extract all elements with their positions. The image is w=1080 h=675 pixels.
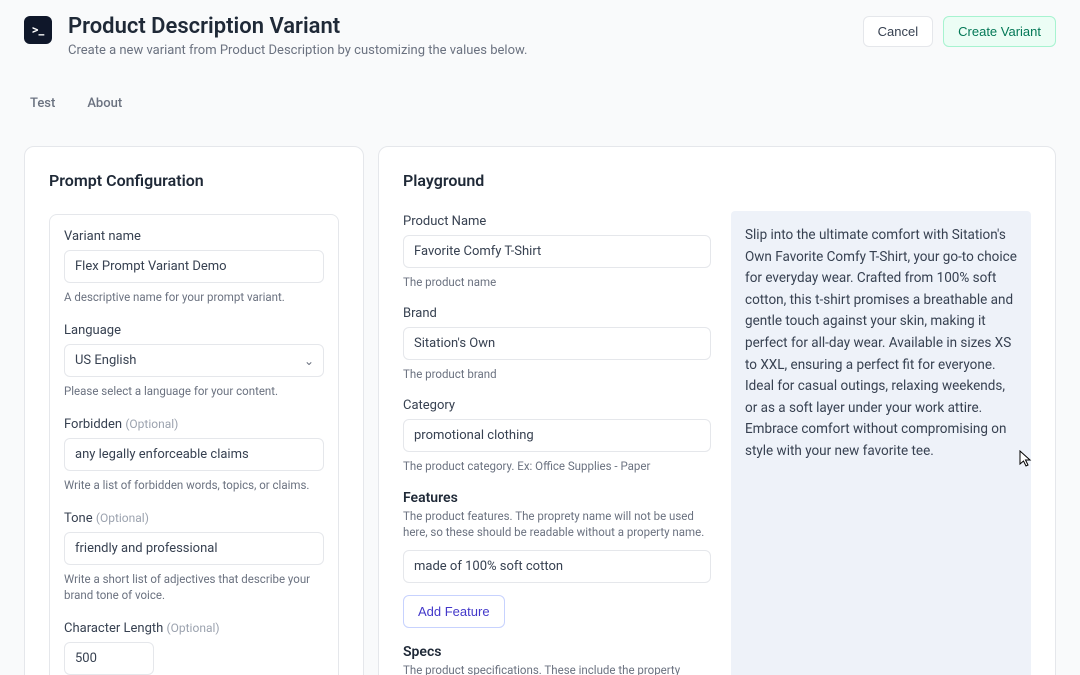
page-scroll[interactable]: >_ Product Description Variant Create a … <box>0 0 1080 675</box>
feature-input-0[interactable] <box>403 550 711 583</box>
category-hint: The product category. Ex: Office Supplie… <box>403 458 711 474</box>
page-title: Product Description Variant <box>68 14 863 39</box>
language-select[interactable] <box>64 344 324 377</box>
header-actions: Cancel Create Variant <box>863 16 1056 47</box>
category-label: Category <box>403 398 711 413</box>
variant-name-hint: A descriptive name for your prompt varia… <box>64 289 324 305</box>
specs-label: Specs <box>403 644 711 660</box>
tone-label-text: Tone <box>64 511 93 526</box>
output-preview: Slip into the ultimate comfort with Sita… <box>731 211 1031 675</box>
tone-hint: Write a short list of adjectives that de… <box>64 571 324 603</box>
language-field: Language ⌄ Please select a language for … <box>64 323 324 399</box>
brand-input[interactable] <box>403 327 711 360</box>
brand-hint: The product brand <box>403 366 711 382</box>
product-name-input[interactable] <box>403 235 711 268</box>
app-logo-icon: >_ <box>24 16 52 44</box>
page-header: >_ Product Description Variant Create a … <box>0 0 1080 70</box>
forbidden-label-text: Forbidden <box>64 417 122 432</box>
language-label: Language <box>64 323 324 338</box>
content-area: Prompt Configuration Variant name A desc… <box>0 124 1080 675</box>
language-hint: Please select a language for your conten… <box>64 383 324 399</box>
category-input[interactable] <box>403 419 711 452</box>
forbidden-optional: (Optional) <box>125 417 178 431</box>
forbidden-input[interactable] <box>64 438 324 471</box>
char-length-input[interactable] <box>64 642 154 675</box>
add-feature-button[interactable]: Add Feature <box>403 595 505 628</box>
product-name-hint: The product name <box>403 274 711 290</box>
specs-hint: The product specifications. These includ… <box>403 662 711 675</box>
forbidden-field: Forbidden (Optional) Write a list of for… <box>64 417 324 493</box>
brand-label: Brand <box>403 306 711 321</box>
char-length-field: Character Length (Optional) Specify the … <box>64 621 324 675</box>
variant-name-input[interactable] <box>64 250 324 283</box>
variant-name-field: Variant name A descriptive name for your… <box>64 229 324 305</box>
cancel-button[interactable]: Cancel <box>863 16 933 47</box>
playground-title: Playground <box>403 171 711 190</box>
category-field: Category The product category. Ex: Offic… <box>403 398 711 474</box>
features-label: Features <box>403 490 711 506</box>
tab-test[interactable]: Test <box>28 88 57 123</box>
features-field: Features The product features. The propr… <box>403 490 711 628</box>
variant-name-label: Variant name <box>64 229 324 244</box>
title-block: Product Description Variant Create a new… <box>68 14 863 58</box>
prompt-config-panel: Prompt Configuration Variant name A desc… <box>24 146 364 675</box>
page-subtitle: Create a new variant from Product Descri… <box>68 43 863 58</box>
tone-input[interactable] <box>64 532 324 565</box>
tone-field: Tone (Optional) Write a short list of ad… <box>64 511 324 603</box>
product-name-label: Product Name <box>403 214 711 229</box>
tab-about[interactable]: About <box>85 88 124 123</box>
tabs: Test About <box>0 88 1080 124</box>
forbidden-hint: Write a list of forbidden words, topics,… <box>64 477 324 493</box>
features-hint: The product features. The proprety name … <box>403 508 711 540</box>
brand-field: Brand The product brand <box>403 306 711 382</box>
playground-panel: Playground Product Name The product name… <box>378 146 1056 675</box>
config-fields: Variant name A descriptive name for your… <box>49 214 339 675</box>
prompt-config-title: Prompt Configuration <box>49 171 339 190</box>
specs-field: Specs The product specifications. These … <box>403 644 711 675</box>
tone-label: Tone (Optional) <box>64 511 324 526</box>
tone-optional: (Optional) <box>96 511 149 525</box>
product-name-field: Product Name The product name <box>403 214 711 290</box>
char-length-optional: (Optional) <box>167 621 220 635</box>
char-length-label-text: Character Length <box>64 621 163 636</box>
create-variant-button[interactable]: Create Variant <box>943 16 1056 47</box>
char-length-label: Character Length (Optional) <box>64 621 324 636</box>
playground-form: Playground Product Name The product name… <box>403 171 711 675</box>
forbidden-label: Forbidden (Optional) <box>64 417 324 432</box>
